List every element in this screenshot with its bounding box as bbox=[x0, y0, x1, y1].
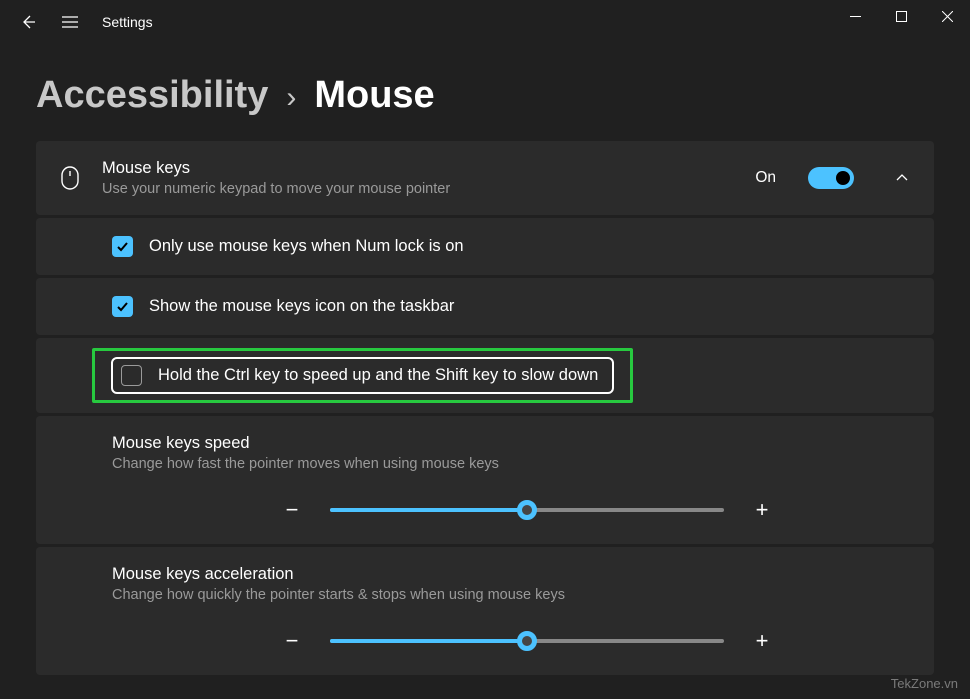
acceleration-section: Mouse keys acceleration Change how quick… bbox=[36, 547, 934, 675]
speed-subtitle: Change how fast the pointer moves when u… bbox=[112, 456, 912, 472]
mouse-icon bbox=[58, 166, 82, 190]
taskbar-icon-option-row: Show the mouse keys icon on the taskbar bbox=[36, 278, 934, 335]
mouse-keys-subtitle: Use your numeric keypad to move your mou… bbox=[102, 181, 735, 197]
speed-increase-button[interactable]: + bbox=[752, 500, 772, 520]
close-button[interactable] bbox=[924, 0, 970, 32]
taskbar-icon-label: Show the mouse keys icon on the taskbar bbox=[149, 297, 454, 316]
acceleration-increase-button[interactable]: + bbox=[752, 631, 772, 651]
watermark: TekZone.vn bbox=[891, 676, 958, 691]
mouse-keys-card: Mouse keys Use your numeric keypad to mo… bbox=[36, 141, 934, 215]
ctrl-shift-option-row: Hold the Ctrl key to speed up and the Sh… bbox=[36, 338, 934, 413]
focus-ring: Hold the Ctrl key to speed up and the Sh… bbox=[111, 357, 614, 394]
numlock-label: Only use mouse keys when Num lock is on bbox=[149, 237, 464, 256]
speed-decrease-button[interactable]: − bbox=[282, 500, 302, 520]
speed-section: Mouse keys speed Change how fast the poi… bbox=[36, 416, 934, 544]
collapse-button[interactable] bbox=[892, 168, 912, 188]
mouse-keys-title: Mouse keys bbox=[102, 159, 735, 178]
breadcrumb-current: Mouse bbox=[314, 74, 434, 117]
ctrl-shift-checkbox[interactable] bbox=[121, 365, 142, 386]
maximize-button[interactable] bbox=[878, 0, 924, 32]
acceleration-title: Mouse keys acceleration bbox=[112, 565, 912, 584]
minimize-button[interactable] bbox=[832, 0, 878, 32]
acceleration-subtitle: Change how quickly the pointer starts & … bbox=[112, 587, 912, 603]
numlock-option-row: Only use mouse keys when Num lock is on bbox=[36, 218, 934, 275]
taskbar-icon-checkbox[interactable] bbox=[112, 296, 133, 317]
speed-title: Mouse keys speed bbox=[112, 434, 912, 453]
annotation-highlight: Hold the Ctrl key to speed up and the Sh… bbox=[92, 348, 633, 403]
acceleration-slider[interactable] bbox=[330, 639, 724, 643]
acceleration-decrease-button[interactable]: − bbox=[282, 631, 302, 651]
menu-button[interactable] bbox=[60, 12, 80, 32]
back-button[interactable] bbox=[18, 12, 38, 32]
speed-slider[interactable] bbox=[330, 508, 724, 512]
breadcrumb-parent[interactable]: Accessibility bbox=[36, 74, 268, 117]
mouse-keys-toggle[interactable] bbox=[808, 167, 854, 189]
breadcrumb-separator: › bbox=[286, 81, 296, 115]
window-title: Settings bbox=[102, 14, 153, 30]
ctrl-shift-label: Hold the Ctrl key to speed up and the Sh… bbox=[158, 366, 598, 385]
toggle-state-label: On bbox=[755, 169, 776, 187]
breadcrumb: Accessibility › Mouse bbox=[0, 44, 970, 141]
numlock-checkbox[interactable] bbox=[112, 236, 133, 257]
